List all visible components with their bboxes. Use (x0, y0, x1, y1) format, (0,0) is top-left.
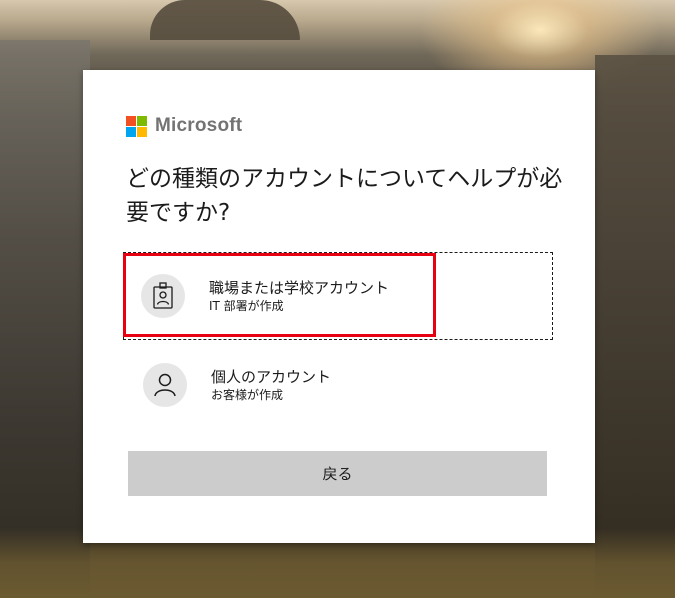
work-or-school-account-option[interactable]: 職場または学校アカウント IT 部署が作成 (123, 252, 553, 340)
logo-square-blue (126, 126, 136, 137)
work-account-text: 職場または学校アカウント IT 部署が作成 (209, 279, 389, 314)
logo-square-green (137, 115, 147, 126)
person-icon (143, 363, 187, 407)
background-city-right (595, 55, 675, 598)
logo-square-red (126, 115, 136, 126)
brand-name: Microsoft (155, 115, 243, 136)
work-account-title: 職場または学校アカウント (209, 278, 390, 297)
id-badge-icon (141, 274, 185, 318)
account-type-dialog: Microsoft どの種類のアカウントについてヘルプが必要ですか? 職場または… (83, 70, 595, 543)
personal-account-text: 個人のアカウント お客様が作成 (211, 368, 331, 403)
work-account-subtitle: IT 部署が作成 (209, 298, 284, 313)
dialog-title: どの種類のアカウントについてヘルプが必要ですか? (126, 166, 563, 226)
microsoft-logo-icon (126, 115, 147, 137)
background-hill (150, 0, 300, 40)
background-city-left (0, 40, 90, 598)
logo-square-yellow (137, 126, 147, 137)
personal-account-option[interactable]: 個人のアカウント お客様が作成 (126, 342, 551, 428)
back-button[interactable]: 戻る (128, 451, 547, 496)
personal-account-title: 個人のアカウント (211, 367, 332, 386)
personal-account-subtitle: お客様が作成 (211, 387, 284, 402)
microsoft-logo: Microsoft (126, 115, 242, 137)
